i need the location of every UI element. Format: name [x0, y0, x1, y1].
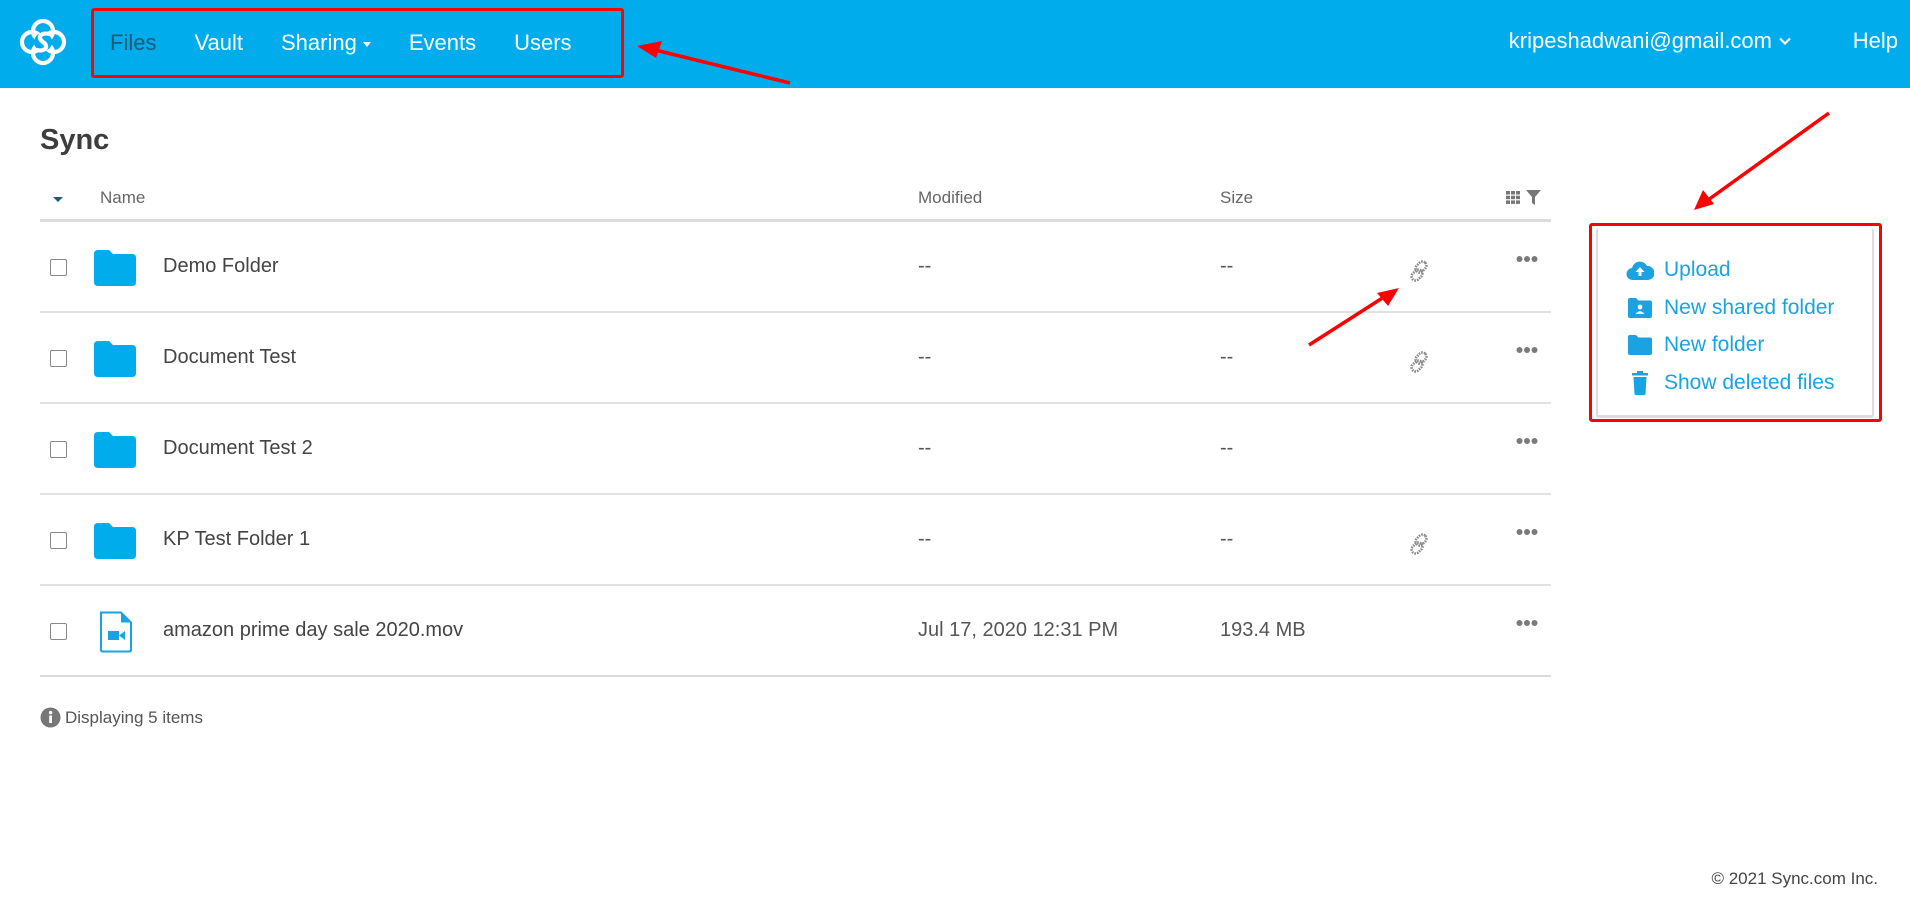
- annotation-arrow-actions: [1706, 111, 1831, 202]
- shared-link-icon[interactable]: [1408, 259, 1432, 283]
- row-checkbox[interactable]: [50, 532, 67, 549]
- more-options-icon[interactable]: [1516, 255, 1538, 263]
- top-navigation-bar: Files Vault Sharing Events Users kripesh…: [0, 0, 1910, 88]
- more-options-icon[interactable]: [1516, 437, 1538, 445]
- new-folder-button[interactable]: New folder: [1626, 333, 1764, 357]
- item-name[interactable]: amazon prime day sale 2020.mov: [163, 619, 463, 642]
- item-count-text: Displaying 5 items: [65, 707, 203, 727]
- row-checkbox[interactable]: [50, 350, 67, 367]
- item-size: --: [1220, 528, 1234, 550]
- nav-users[interactable]: Users: [514, 30, 571, 56]
- video-file-icon: [100, 611, 132, 653]
- main-nav: Files Vault Sharing Events Users: [92, 9, 592, 77]
- row-checkbox[interactable]: [50, 623, 67, 640]
- item-modified: --: [918, 255, 932, 277]
- show-deleted-files-label: Show deleted files: [1664, 371, 1835, 394]
- folder-icon: [94, 432, 136, 468]
- actions-panel: Upload New shared folder New folder Show…: [1596, 228, 1874, 418]
- item-size: 193.4 MB: [1220, 619, 1306, 641]
- column-header-size[interactable]: Size: [1220, 188, 1253, 208]
- help-link[interactable]: Help: [1853, 28, 1898, 54]
- nav-files[interactable]: Files: [110, 30, 156, 56]
- column-header-name[interactable]: Name: [100, 188, 145, 208]
- folder-icon: [94, 250, 136, 286]
- nav-users-label: Users: [514, 30, 572, 55]
- row-checkbox[interactable]: [50, 259, 67, 276]
- user-account-menu[interactable]: kripeshadwani@gmail.com: [1509, 28, 1792, 54]
- trash-icon: [1632, 371, 1648, 395]
- table-row[interactable]: Demo Folder -- --: [40, 222, 1551, 313]
- shared-link-icon[interactable]: [1408, 532, 1432, 556]
- copyright-footer: © 2021 Sync.com Inc.: [1711, 869, 1878, 888]
- more-options-icon[interactable]: [1516, 528, 1538, 536]
- nav-files-label: Files: [110, 30, 157, 55]
- item-size: --: [1220, 437, 1234, 459]
- item-modified: --: [918, 528, 932, 550]
- caret-down-icon: [362, 42, 371, 47]
- item-count-status: Displaying 5 items: [40, 707, 203, 728]
- item-name[interactable]: Demo Folder: [163, 255, 279, 278]
- nav-sharing[interactable]: Sharing: [281, 30, 371, 56]
- info-icon: [40, 707, 61, 728]
- show-deleted-files-button[interactable]: Show deleted files: [1626, 371, 1834, 395]
- item-modified: Jul 17, 2020 12:31 PM: [918, 619, 1119, 641]
- table-body: Demo Folder -- -- Document Test -- -- Document…: [40, 222, 1551, 677]
- nav-sharing-label: Sharing: [280, 30, 357, 55]
- nav-vault-label: Vault: [194, 30, 243, 55]
- folder-icon: [94, 341, 136, 377]
- shared-folder-icon: [1628, 298, 1652, 318]
- grid-view-icon[interactable]: [1506, 191, 1520, 204]
- chevron-down-icon: [1779, 37, 1791, 46]
- user-email: kripeshadwani@gmail.com: [1508, 28, 1772, 53]
- shared-link-icon[interactable]: [1408, 350, 1432, 374]
- table-row[interactable]: KP Test Folder 1 -- --: [40, 495, 1551, 586]
- new-shared-folder-button[interactable]: New shared folder: [1626, 296, 1834, 320]
- page-title: Sync: [40, 124, 110, 156]
- nav-events-label: Events: [408, 30, 477, 55]
- item-name[interactable]: Document Test 2: [163, 437, 313, 460]
- sort-direction-icon[interactable]: [53, 197, 63, 202]
- item-name[interactable]: Document Test: [163, 346, 296, 369]
- sync-logo-icon[interactable]: [18, 17, 68, 67]
- item-name[interactable]: KP Test Folder 1: [163, 528, 310, 551]
- file-table: Name Modified Size Demo Folder -- -- Docume…: [40, 180, 1551, 677]
- table-row[interactable]: amazon prime day sale 2020.mov Jul 17, 20…: [40, 586, 1551, 677]
- more-options-icon[interactable]: [1516, 619, 1538, 627]
- table-row[interactable]: Document Test -- --: [40, 313, 1551, 404]
- item-size: --: [1220, 346, 1234, 368]
- cloud-upload-icon: [1626, 261, 1654, 281]
- upload-button[interactable]: Upload: [1626, 258, 1731, 282]
- annotation-arrowhead-actions: [1694, 190, 1714, 210]
- item-modified: --: [918, 437, 932, 459]
- filter-icon[interactable]: [1526, 190, 1541, 205]
- nav-vault[interactable]: Vault: [194, 30, 243, 56]
- row-checkbox[interactable]: [50, 441, 67, 458]
- item-size: --: [1220, 255, 1234, 277]
- folder-icon: [94, 523, 136, 559]
- new-folder-label: New folder: [1664, 333, 1765, 356]
- table-row[interactable]: Document Test 2 -- --: [40, 404, 1551, 495]
- folder-icon: [1628, 335, 1652, 355]
- upload-label: Upload: [1664, 258, 1731, 281]
- table-header: Name Modified Size: [40, 180, 1551, 222]
- more-options-icon[interactable]: [1516, 346, 1538, 354]
- item-modified: --: [918, 346, 932, 368]
- column-header-modified[interactable]: Modified: [918, 188, 982, 208]
- nav-events[interactable]: Events: [409, 30, 476, 56]
- new-shared-folder-label: New shared folder: [1664, 296, 1835, 319]
